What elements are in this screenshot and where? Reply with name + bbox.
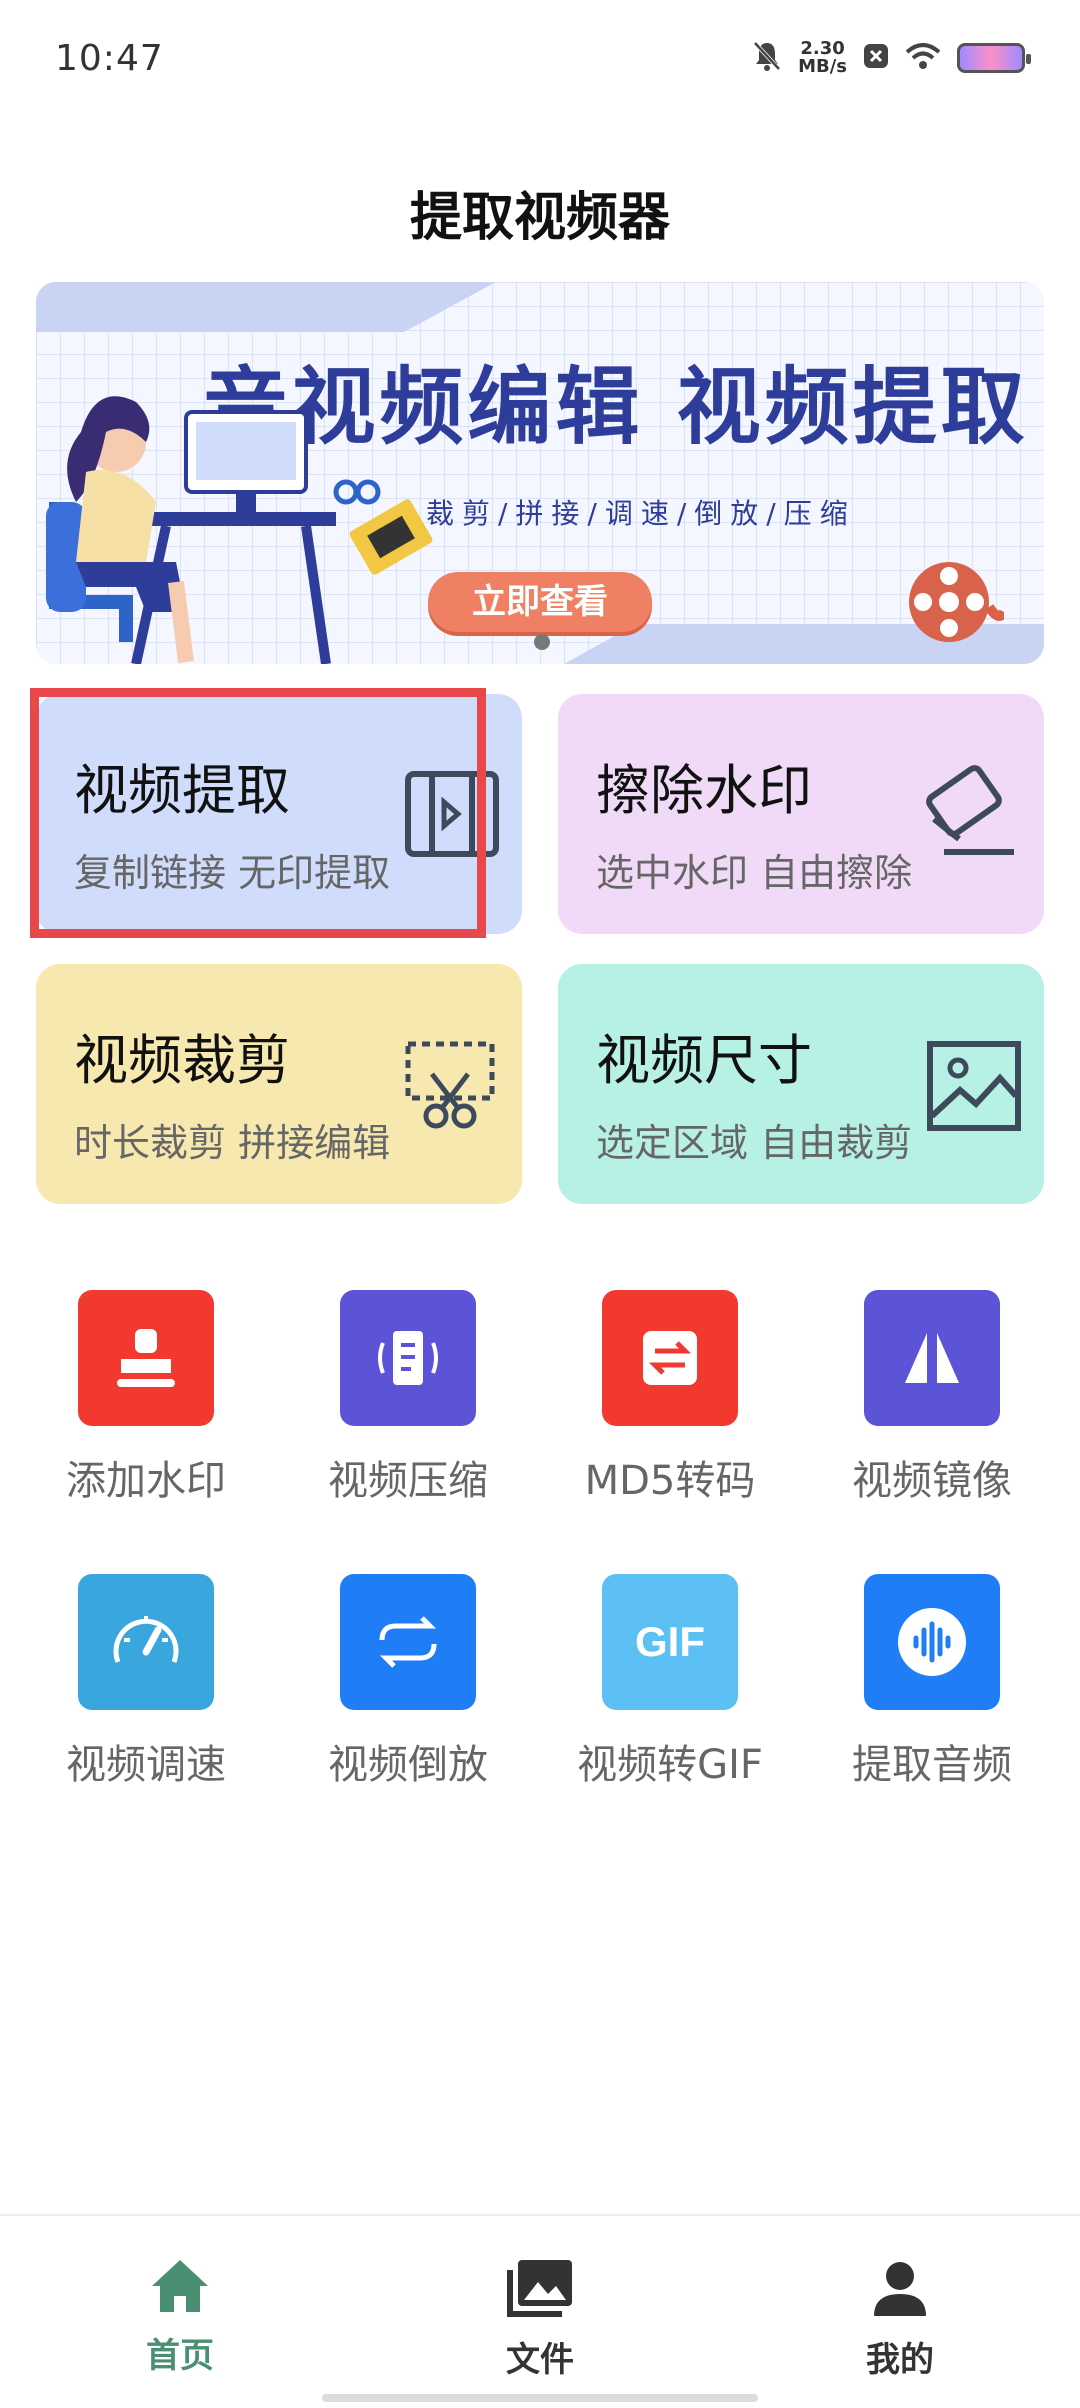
mute-bell-icon [752,40,782,76]
tool-label: 提取音频 [852,1742,1012,1788]
network-speed: 2.30 MB/s [798,40,847,76]
tool-label: 视频镜像 [852,1458,1012,1504]
person-icon [874,2262,926,2316]
tool-extract-audio[interactable]: 提取音频 [822,1574,1042,1814]
home-indicator[interactable] [322,2394,758,2402]
banner-subtitle: 裁剪/拼接/调速/倒放/压缩 [426,497,856,530]
banner-stripe [36,282,496,332]
network-speed-unit: MB/s [798,56,847,77]
stamp-icon [78,1290,214,1426]
nav-item-files[interactable]: 文件 [440,2256,640,2381]
tool-label: 视频调速 [66,1742,226,1788]
tool-video-mirror[interactable]: 视频镜像 [822,1290,1042,1530]
compress-icon [340,1290,476,1426]
home-icon [152,2260,208,2312]
film-scissors-icon [333,479,433,575]
close-badge-icon [863,43,889,73]
nav-item-mine[interactable]: 我的 [800,2256,1000,2381]
audio-wave-icon [864,1574,1000,1710]
selection-highlight [30,688,486,938]
card-subtitle: 时长裁剪 拼接编辑 [74,1121,391,1165]
mirror-icon [864,1290,1000,1426]
card-erase-watermark[interactable]: 擦除水印 选中水印 自由擦除 [558,694,1044,934]
tool-add-watermark[interactable]: 添加水印 [36,1290,256,1530]
tool-label: 视频转GIF [577,1742,763,1788]
nav-label: 首页 [146,2336,214,2376]
tool-label: MD5转码 [584,1458,756,1504]
tool-label: 添加水印 [66,1458,226,1504]
film-reel-icon [909,562,1004,642]
card-video-size[interactable]: 视频尺寸 选定区域 自由裁剪 [558,964,1044,1204]
carousel-indicator [534,634,550,650]
bottom-navigation: 首页 文件 我的 [0,2214,1080,2408]
tool-label: 视频压缩 [328,1458,488,1504]
nav-label: 文件 [506,2340,574,2380]
scissors-icon [405,1041,495,1129]
card-title: 擦除水印 [596,759,812,822]
page-title: 提取视频器 [409,188,670,248]
status-bar: 10:47 2.30 MB/s [0,0,1080,120]
image-frame-icon [927,1041,1021,1131]
eraser-icon [926,765,1014,855]
tool-label: 视频倒放 [328,1742,488,1788]
card-subtitle: 选定区域 自由裁剪 [596,1121,913,1165]
nav-label: 我的 [866,2340,934,2380]
person-at-desk-illustration [46,396,336,664]
speedometer-icon [78,1574,214,1710]
battery-icon [957,43,1031,73]
transcode-icon [602,1290,738,1426]
promo-banner[interactable]: 音视频编辑 视频提取 裁剪/拼接/调速/倒放/压缩 立即查看 [36,282,1044,664]
gif-icon-text: GIF [635,1618,705,1665]
card-video-trim[interactable]: 视频裁剪 时长裁剪 拼接编辑 [36,964,522,1204]
card-subtitle: 选中水印 自由擦除 [596,851,913,895]
gallery-icon [507,2260,572,2317]
card-title: 视频尺寸 [596,1029,812,1092]
tool-video-to-gif[interactable]: GIF 视频转GIF [560,1574,780,1814]
tool-video-compress[interactable]: 视频压缩 [298,1290,518,1530]
banner-view-now-button[interactable]: 立即查看 [428,572,652,632]
nav-item-home[interactable]: 首页 [80,2256,280,2377]
status-icons: 2.30 MB/s [752,40,1031,76]
status-time: 10:47 [55,38,164,79]
wifi-icon [905,42,941,74]
tool-md5-transcode[interactable]: MD5转码 [560,1290,780,1530]
tool-video-reverse[interactable]: 视频倒放 [298,1574,518,1814]
gif-icon: GIF [602,1574,738,1710]
loop-icon [340,1574,476,1710]
card-title: 视频裁剪 [74,1029,290,1092]
tool-video-speed[interactable]: 视频调速 [36,1574,256,1814]
